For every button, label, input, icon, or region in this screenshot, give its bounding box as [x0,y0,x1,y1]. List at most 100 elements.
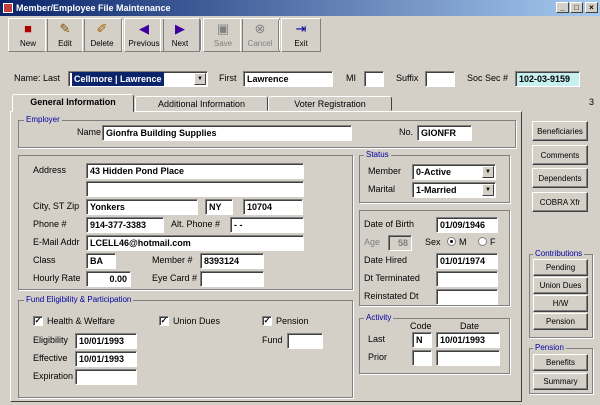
pension-group-label: Pension [533,343,566,352]
minimize-button[interactable]: _ [556,2,569,13]
ssn-label: Soc Sec # [467,73,509,83]
fund-group-label: Fund Eligibility & Participation [24,295,134,304]
eye-card-field[interactable] [200,271,264,287]
summary-button[interactable]: Summary [533,373,588,390]
member-number-label: Member # [152,255,193,265]
dob-label: Date of Birth [364,219,415,229]
city-field[interactable]: Yonkers [86,199,198,215]
phone-label: Phone # [33,219,67,229]
new-record-icon: ■ [24,21,32,36]
delete-icon: ✐ [96,21,108,36]
suffix-label: Suffix [396,73,419,83]
hw-button[interactable]: H/W [533,295,588,312]
ssn-field[interactable]: 102-03-9159 [515,71,580,87]
comments-button[interactable]: Comments [532,145,588,165]
employer-no-field[interactable]: GIONFR [417,125,472,141]
toolbar-separator [121,20,123,50]
state-field[interactable]: NY [205,199,233,215]
effective-field[interactable]: 10/01/1993 [75,351,137,367]
effective-label: Effective [33,353,68,363]
name-last-label: Name: Last [14,73,61,83]
expiration-label: Expiration [33,371,74,381]
sex-label: Sex [425,237,441,247]
fund-group [18,300,353,398]
first-name-label: First [219,73,237,83]
eligibility-label: Eligibility [33,335,69,345]
union-dues-checkbox[interactable]: ✓ [159,316,169,326]
dependents-button[interactable]: Dependents [532,168,588,188]
date-terminated-field[interactable] [436,271,498,287]
tab-general-information[interactable]: General Information [12,94,134,112]
last-date-field[interactable]: 10/01/1993 [436,332,500,348]
floppy-icon: ▣ [216,21,230,36]
prior-activity-label: Prior [368,352,388,362]
suffix-field[interactable] [425,71,455,87]
first-name-field[interactable]: Lawrence [243,71,333,87]
class-field[interactable]: BA [86,253,116,269]
contributions-group-label: Contributions [533,249,585,258]
maximize-button[interactable]: □ [570,2,583,13]
alt-phone-label: Alt. Phone # [171,219,221,229]
marital-select[interactable]: 1-Married ▼ [412,182,496,198]
address-label: Address [33,165,67,175]
dob-field[interactable]: 01/09/1946 [436,217,498,233]
member-status-select[interactable]: 0-Active ▼ [412,164,496,180]
cancel-button[interactable]: ⊗ Cancel [240,18,280,52]
edit-button[interactable]: ✎ Edit [45,18,85,52]
date-hired-label: Date Hired [364,255,408,265]
beneficiaries-button[interactable]: Beneficiaries [532,121,588,141]
tab-voter-registration[interactable]: Voter Registration [268,96,392,111]
hourly-rate-field[interactable]: 0.00 [86,271,131,287]
union-dues-label: Union Dues [173,316,221,326]
last-code-field[interactable]: N [412,332,432,348]
delete-button[interactable]: ✐ Delete [82,18,122,52]
prior-date-field[interactable] [436,350,500,366]
next-button[interactable]: ▶ Next [160,18,200,52]
pension-checkbox[interactable]: ✓ [262,316,272,326]
chevron-down-icon[interactable]: ▼ [482,184,494,196]
pending-button[interactable]: Pending [533,259,588,276]
last-activity-label: Last [368,334,386,344]
fund-label: Fund [262,335,283,345]
marital-label: Marital [368,184,396,194]
fund-field[interactable] [287,333,323,349]
save-button[interactable]: ▣ Save [203,18,243,52]
status-group-label: Status [364,150,391,159]
expiration-field[interactable] [75,369,137,385]
employer-name-field[interactable]: Gionfra Building Supplies [102,125,352,141]
address-line2-field[interactable] [86,181,304,197]
chevron-down-icon[interactable]: ▼ [482,166,494,178]
date-hired-field[interactable]: 01/01/1974 [436,253,498,269]
eligibility-field[interactable]: 10/01/1993 [75,333,137,349]
previous-button[interactable]: ◀ Previous [124,18,164,52]
mi-field[interactable] [364,71,384,87]
close-window-button[interactable]: × [585,2,598,13]
member-number-field[interactable]: 8393124 [200,253,264,269]
tab-additional-information[interactable]: Additional Information [135,96,268,111]
employer-name-label: Name [77,127,102,137]
sex-f-label: F [490,237,496,247]
cancel-icon: ⊗ [254,21,266,36]
age-label: Age [364,237,381,247]
phone-field[interactable]: 914-377-3383 [86,217,164,233]
pension-contrib-button[interactable]: Pension [533,313,588,330]
reinstated-field[interactable] [436,289,498,305]
name-last-combo[interactable]: Cellmore | Lawrence ▼ [68,71,208,87]
address-line1-field[interactable]: 43 Hidden Pond Place [86,163,304,179]
new-button[interactable]: ■ New [8,18,48,52]
cobra-xfr-button[interactable]: COBRA Xfr [532,192,588,212]
class-label: Class [33,255,56,265]
zip-field[interactable]: 10704 [243,199,303,215]
benefits-button[interactable]: Benefits [533,354,588,371]
prior-code-field[interactable] [412,350,432,366]
union-dues-button[interactable]: Union Dues [533,277,588,294]
sex-m-radio[interactable] [447,237,456,246]
alt-phone-field[interactable]: - - [230,217,304,233]
email-field[interactable]: LCELL46@hotmail.com [86,235,304,251]
pension-label: Pension [276,316,309,326]
chevron-down-icon[interactable]: ▼ [194,73,206,85]
sex-f-radio[interactable] [478,237,487,246]
exit-button[interactable]: ⇥ Exit [281,18,321,52]
health-welfare-checkbox[interactable]: ✓ [33,316,43,326]
employer-group-label: Employer [24,115,62,124]
